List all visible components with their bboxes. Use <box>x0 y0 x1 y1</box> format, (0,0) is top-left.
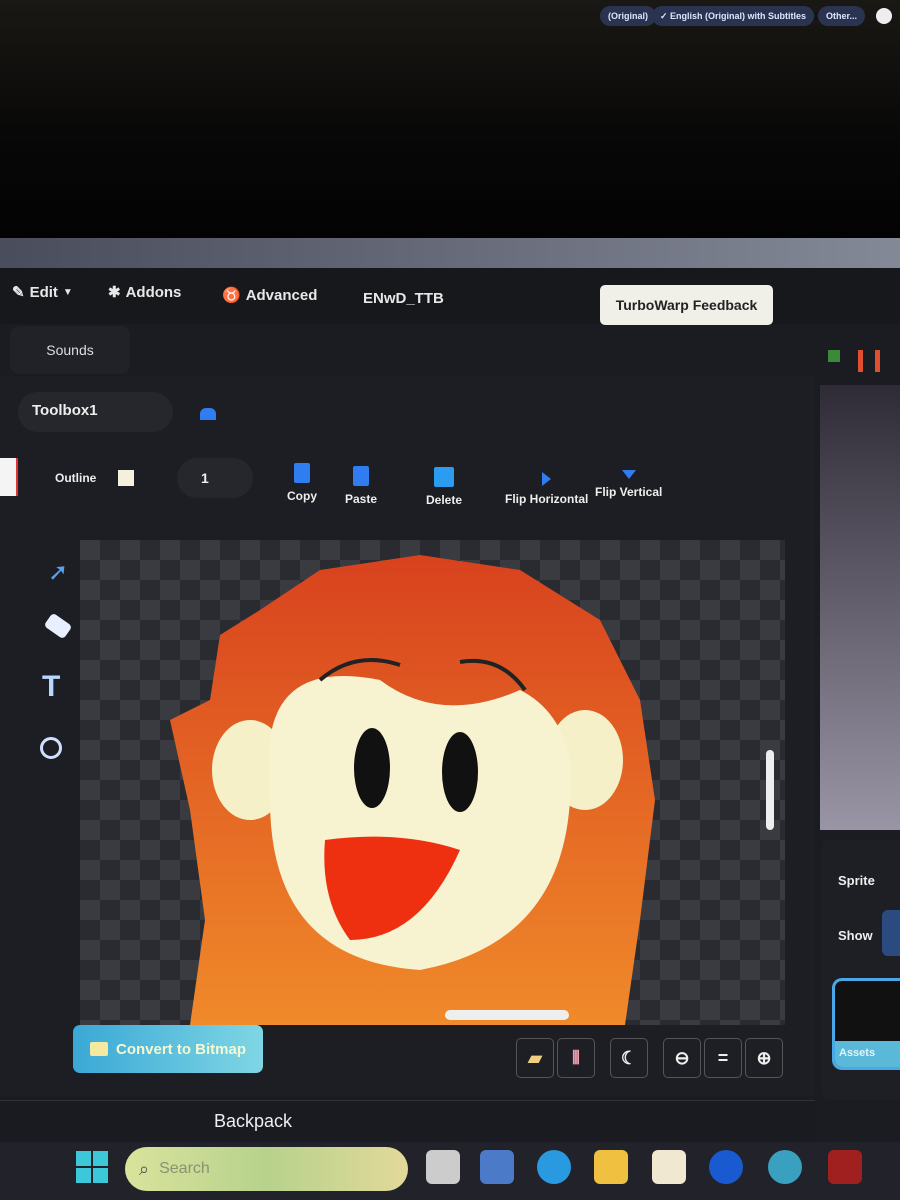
windows-start-icon[interactable] <box>76 1151 108 1183</box>
brush-icon: ▰ <box>528 1047 542 1068</box>
outline-color-swatch[interactable] <box>118 470 134 486</box>
taskbar-search[interactable]: ⌕ Search <box>125 1147 408 1191</box>
flip-vertical-label: Flip Vertical <box>595 485 663 499</box>
paste-icon <box>353 466 370 486</box>
tab-sounds[interactable]: Sounds <box>10 326 130 374</box>
moon-icon: ☾ <box>620 1047 638 1068</box>
show-label: Show <box>838 928 873 943</box>
teams-icon[interactable] <box>480 1150 514 1184</box>
subtitle-pill[interactable]: ✓ English (Original) with Subtitles <box>652 6 815 26</box>
paste-button[interactable]: Paste <box>345 466 377 506</box>
zoom-out-icon: ⊖ <box>674 1047 690 1068</box>
zoom-in-icon: ⊕ <box>756 1047 772 1068</box>
stage-preview[interactable] <box>820 385 900 830</box>
task-view-icon[interactable] <box>426 1150 460 1184</box>
image-icon <box>89 1042 108 1056</box>
room-background <box>0 0 900 240</box>
waveform-icon: ⦀ <box>572 1047 580 1068</box>
outline-label: Outline <box>55 471 97 485</box>
paste-label: Paste <box>345 492 378 506</box>
trash-icon <box>434 467 455 487</box>
help-icon[interactable] <box>768 1150 802 1184</box>
convert-label: Convert to Bitmap <box>115 1040 246 1058</box>
brush-tool-button[interactable]: ▰ <box>516 1038 554 1078</box>
flip-vertical-icon <box>621 470 636 479</box>
file-explorer-icon[interactable] <box>594 1150 628 1184</box>
undo-icon[interactable] <box>200 408 216 420</box>
puzzle-icon: ✱ <box>108 284 121 301</box>
zoom-reset-button[interactable]: = <box>704 1038 742 1078</box>
pencil-icon: ✎ <box>12 284 25 301</box>
costume-drawing <box>170 555 655 1025</box>
project-title[interactable]: ENwD_TTB <box>363 290 444 307</box>
zoom-in-button[interactable]: ⊕ <box>745 1038 783 1078</box>
gear-icon: ♉ <box>222 287 241 304</box>
flip-horizontal-icon <box>542 472 552 486</box>
sound-wave-button[interactable]: ⦀ <box>557 1038 595 1078</box>
other-pill[interactable]: Other... <box>818 6 866 26</box>
sprite-label: Sprite <box>838 873 875 888</box>
flip-horizontal-button[interactable]: Flip Horizontal <box>505 472 588 506</box>
advanced-label: Advanced <box>245 286 318 304</box>
fill-color-swatch[interactable] <box>0 458 18 496</box>
copy-icon <box>294 463 310 483</box>
green-flag-icon[interactable] <box>828 350 840 362</box>
costume-name-input[interactable]: Toolbox1 <box>18 392 173 432</box>
store-icon[interactable] <box>652 1150 686 1184</box>
outline-width-input[interactable]: 1 <box>177 458 253 498</box>
copy-label: Copy <box>287 489 317 503</box>
caret-down-icon: ▼ <box>62 286 73 298</box>
vertical-scrollbar[interactable] <box>766 750 774 830</box>
edit-label: Edit <box>29 283 58 301</box>
mcafee-icon[interactable] <box>828 1150 862 1184</box>
text-icon[interactable]: T <box>42 670 60 704</box>
feedback-button[interactable]: TurboWarp Feedback <box>600 285 773 325</box>
convert-to-bitmap-button[interactable]: Convert to Bitmap <box>73 1025 263 1073</box>
delete-label: Delete <box>426 493 463 507</box>
addons-menu[interactable]: ✱ Addons <box>108 283 182 302</box>
settings-icon[interactable] <box>876 8 892 24</box>
edge-icon[interactable] <box>537 1150 571 1184</box>
audio-pill-original[interactable]: (Original) <box>600 6 656 26</box>
window-titlebar <box>0 238 900 268</box>
stop-icon[interactable] <box>858 350 880 372</box>
copy-button[interactable]: Copy <box>287 463 317 503</box>
hp-icon[interactable] <box>709 1150 743 1184</box>
advanced-menu[interactable]: ♉ Advanced <box>222 286 318 305</box>
dark-mode-button[interactable]: ☾ <box>610 1038 648 1078</box>
search-placeholder: Search <box>159 1160 210 1177</box>
backpack-panel[interactable]: Backpack <box>0 1100 815 1142</box>
search-icon: ⌕ <box>139 1158 150 1179</box>
delete-button[interactable]: Delete <box>426 467 462 507</box>
horizontal-scrollbar[interactable] <box>445 1010 569 1020</box>
sprite-thumbnail[interactable]: Assets <box>832 978 900 1070</box>
addons-label: Addons <box>125 283 182 301</box>
sprite-thumbnail-label: Assets <box>835 1041 900 1067</box>
flip-vertical-button[interactable]: Flip Vertical <box>595 470 662 499</box>
circle-icon[interactable] <box>40 737 62 759</box>
backpack-label: Backpack <box>214 1111 293 1131</box>
zoom-out-button[interactable]: ⊖ <box>663 1038 701 1078</box>
flip-horizontal-label: Flip Horizontal <box>505 492 589 506</box>
edit-menu[interactable]: ✎ Edit ▼ <box>12 283 73 302</box>
show-toggle[interactable] <box>882 910 900 956</box>
select-icon[interactable]: ➚ <box>48 558 68 587</box>
